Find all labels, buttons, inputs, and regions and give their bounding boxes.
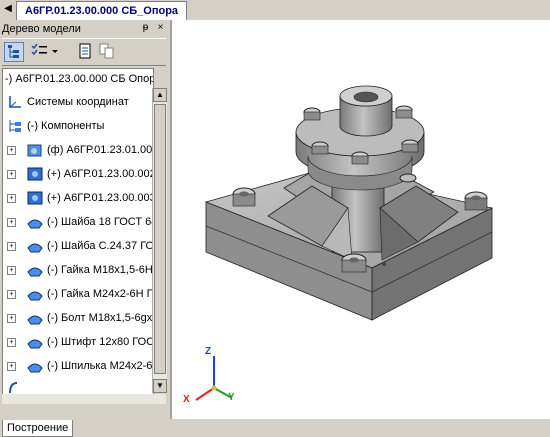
part-icon: [27, 167, 43, 181]
document-tab[interactable]: А6ГР.01.23.00.000 СБ_Опора: [16, 1, 188, 20]
expand-icon[interactable]: +: [7, 194, 16, 203]
axis-y-label: Y: [228, 392, 235, 403]
assembly-part-icon: [27, 144, 42, 157]
model-tree[interactable]: -) А6ГР.01.23.00.000 СБ Опора ( Системы …: [2, 68, 154, 395]
part-icon: [27, 191, 43, 205]
expand-icon[interactable]: +: [7, 314, 16, 323]
standard-part-icon: [27, 219, 43, 229]
components-icon: [9, 120, 21, 132]
3d-viewport[interactable]: Z X Y: [172, 20, 550, 419]
document-icon: [79, 43, 91, 59]
expand-icon[interactable]: +: [7, 170, 16, 179]
standard-part-icon: [27, 363, 43, 373]
checklist-icon: [31, 43, 58, 56]
expand-icon[interactable]: +: [7, 338, 16, 347]
hub: [339, 85, 393, 137]
tree-vertical-scrollbar[interactable]: ▲ ▼: [152, 88, 167, 393]
document-properties-button[interactable]: [76, 42, 96, 62]
axis-z-label: Z: [205, 346, 212, 357]
partial-item-icon: [9, 382, 18, 394]
scroll-up-icon[interactable]: ▲: [153, 88, 167, 102]
tab-scroll-left-icon[interactable]: ◀: [2, 3, 14, 17]
axis-origin: [211, 385, 217, 391]
tree-root-assembly[interactable]: -) А6ГР.01.23.00.000 СБ Опора (: [5, 73, 153, 85]
close-icon[interactable]: ×: [155, 22, 166, 34]
standard-part-icon: [27, 243, 43, 253]
standard-part-icon: [27, 339, 43, 349]
tree-structure-button[interactable]: [4, 42, 24, 62]
expand-icon[interactable]: +: [7, 146, 16, 155]
scroll-down-icon[interactable]: ▼: [153, 379, 167, 393]
tree-structure-icon: [8, 45, 19, 58]
tree-horizontal-scrollbar[interactable]: [2, 394, 166, 404]
model-tree-panel: Дерево модели ᵽ × -) А6ГР.01.23.00.000 С…: [0, 20, 172, 437]
coordinate-system-icon: [9, 96, 21, 108]
pin-icon[interactable]: ᵽ: [140, 22, 151, 34]
axis-triad: [195, 356, 233, 401]
expand-icon[interactable]: +: [7, 242, 16, 251]
tab-construction[interactable]: Построение: [2, 420, 74, 437]
expand-icon[interactable]: +: [7, 266, 16, 275]
copy-tree-button[interactable]: [98, 42, 118, 62]
tree-filter-button[interactable]: [30, 42, 58, 62]
expand-icon[interactable]: +: [7, 218, 16, 227]
document-tabbar: ◀ А6ГР.01.23.00.000 СБ_Опора: [0, 0, 550, 21]
expand-icon[interactable]: +: [7, 290, 16, 299]
axis-x-label: X: [183, 394, 190, 405]
standard-part-icon: [27, 291, 43, 301]
tree-toolbar: [2, 38, 166, 66]
standard-part-icon: [27, 267, 43, 277]
axis-x-line: [195, 387, 215, 401]
copy-icon: [99, 43, 114, 59]
expand-icon[interactable]: +: [7, 362, 16, 371]
standard-part-icon: [27, 315, 43, 325]
scroll-thumb[interactable]: [154, 104, 166, 374]
